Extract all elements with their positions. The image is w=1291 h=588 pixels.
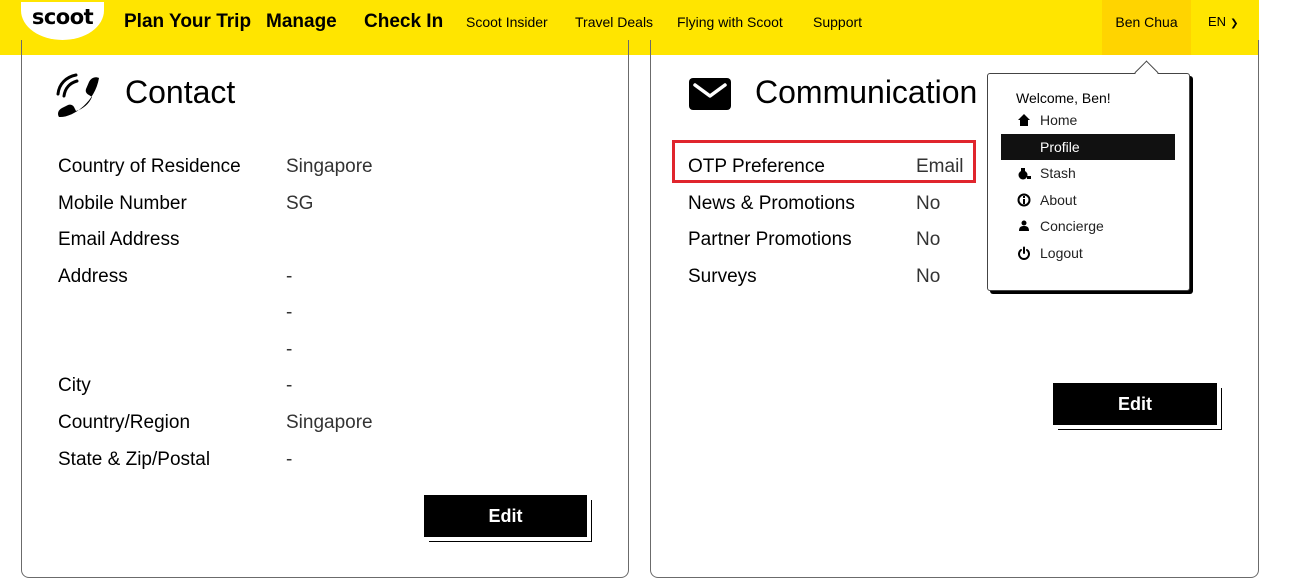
comm-value-otp-preference: Email (916, 156, 964, 177)
power-icon (1018, 246, 1030, 260)
contact-value-address-line-1: - (286, 266, 293, 287)
phone-icon (56, 73, 99, 118)
nav-check-in[interactable]: Check In (364, 11, 443, 33)
menu-item-stash-label: Stash (1040, 165, 1076, 181)
comm-value-surveys: No (916, 266, 941, 287)
contact-value-state-zip: - (286, 449, 293, 470)
contact-edit-button[interactable]: Edit (424, 495, 587, 537)
comm-label-otp-preference: OTP Preference (688, 156, 825, 177)
menu-item-stash[interactable]: Stash (1001, 160, 1175, 186)
mail-icon (689, 78, 731, 110)
communication-edit-button[interactable]: Edit (1053, 383, 1217, 425)
user-name: Ben Chua (1115, 14, 1178, 30)
concierge-icon (1019, 220, 1029, 231)
contact-label-city: City (58, 375, 91, 396)
menu-item-logout[interactable]: Logout (1001, 240, 1175, 266)
contact-label-country-of-residence: Country of Residence (58, 156, 241, 177)
nav-plan-your-trip[interactable]: Plan Your Trip (124, 11, 251, 33)
welcome-message: Welcome, Ben! (1016, 90, 1111, 106)
menu-item-home-label: Home (1040, 112, 1078, 128)
nav-manage[interactable]: Manage (266, 11, 337, 33)
communication-title: Communication (755, 74, 978, 110)
info-icon (1017, 193, 1031, 207)
logo-text: scoot (31, 5, 94, 29)
menu-item-logout-label: Logout (1040, 245, 1083, 261)
language-label: EN (1208, 14, 1227, 29)
comm-value-partner-promotions: No (916, 229, 941, 250)
money-bag-icon (1018, 168, 1031, 180)
menu-item-concierge-label: Concierge (1040, 218, 1104, 234)
contact-value-address-line-3: - (286, 339, 293, 360)
scoot-logo[interactable]: scoot (21, 2, 104, 40)
contact-label-mobile-number: Mobile Number (58, 193, 187, 214)
comm-label-surveys: Surveys (688, 266, 757, 287)
nav-support[interactable]: Support (813, 14, 862, 30)
nav-scoot-insider[interactable]: Scoot Insider (466, 14, 548, 30)
contact-value-country-region: Singapore (286, 412, 373, 433)
contact-title: Contact (125, 74, 236, 110)
home-icon (1018, 114, 1030, 126)
menu-item-about[interactable]: About (1001, 187, 1175, 213)
language-selector[interactable]: EN ❯ (1208, 14, 1238, 29)
menu-item-home[interactable]: Home (1001, 107, 1175, 133)
contact-label-address: Address (58, 266, 128, 287)
contact-value-country-of-residence: Singapore (286, 156, 373, 177)
chevron-down-icon: ❯ (1230, 18, 1239, 29)
contact-value-address-line-2: - (286, 302, 293, 323)
menu-item-about-label: About (1040, 192, 1077, 208)
comm-label-news-promotions: News & Promotions (688, 193, 855, 214)
contact-value-mobile-number: SG (286, 193, 314, 214)
contact-label-state-zip: State & Zip/Postal (58, 449, 211, 470)
menu-item-concierge[interactable]: Concierge (1001, 213, 1175, 239)
contact-label-country-region: Country/Region (58, 412, 191, 433)
comm-value-news-promotions: No (916, 193, 941, 214)
nav-travel-deals[interactable]: Travel Deals (575, 14, 653, 30)
contact-value-city: - (286, 375, 293, 396)
nav-flying-with-scoot[interactable]: Flying with Scoot (677, 14, 783, 30)
menu-item-profile-label: Profile (1040, 139, 1080, 155)
comm-label-partner-promotions: Partner Promotions (688, 229, 852, 250)
contact-label-email-address: Email Address (58, 229, 180, 250)
menu-item-profile[interactable]: Profile (1001, 134, 1175, 160)
